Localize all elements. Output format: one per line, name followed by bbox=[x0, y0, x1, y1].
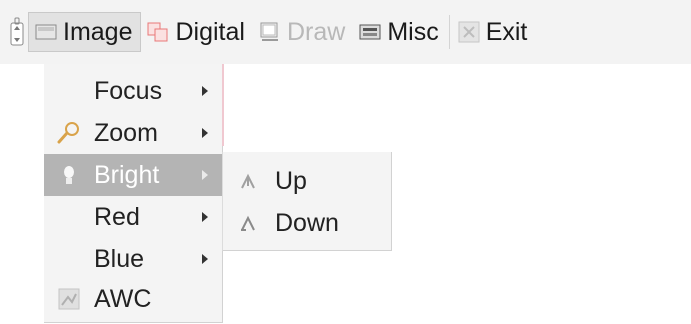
menu-item-focus[interactable]: Focus bbox=[44, 70, 222, 112]
submenu-arrow-icon bbox=[198, 169, 212, 181]
image-dropdown-menu: Focus Zoom Bright Red Blue AWC bbox=[44, 64, 224, 323]
submenu-arrow-icon bbox=[198, 211, 212, 223]
submenu-item-label: Up bbox=[275, 166, 307, 195]
menu-item-label: Blue bbox=[94, 244, 145, 273]
submenu-arrow-icon bbox=[198, 127, 212, 139]
menu-item-label: Red bbox=[94, 202, 140, 231]
draw-icon bbox=[260, 22, 278, 41]
misc-icon bbox=[359, 24, 381, 40]
submenu-item-label: Down bbox=[275, 208, 339, 237]
submenu-arrow-icon bbox=[198, 253, 212, 265]
up-icon bbox=[241, 173, 255, 189]
awc-icon bbox=[58, 288, 80, 310]
menu-exit-label: Exit bbox=[485, 17, 528, 46]
menu-item-awc[interactable]: AWC bbox=[44, 278, 222, 320]
down-icon bbox=[241, 215, 255, 231]
menu-item-red[interactable]: Red bbox=[44, 196, 222, 238]
menu-item-label: Bright bbox=[94, 160, 160, 189]
image-icon bbox=[35, 24, 57, 40]
menu-draw-label: Draw bbox=[286, 17, 346, 46]
menu-item-label: Zoom bbox=[94, 118, 158, 147]
menu-misc-label: Misc bbox=[387, 17, 439, 46]
menu-separator bbox=[448, 15, 450, 49]
exit-icon bbox=[458, 21, 480, 43]
menu-digital[interactable]: Digital bbox=[141, 12, 252, 52]
menu-bar: Image Digital Draw Misc Exit bbox=[0, 0, 691, 64]
drag-grip-icon[interactable] bbox=[6, 12, 28, 52]
submenu-item-down[interactable]: Down bbox=[223, 202, 391, 244]
menu-item-zoom[interactable]: Zoom bbox=[44, 112, 222, 154]
menu-draw[interactable]: Draw bbox=[253, 12, 353, 52]
submenu-arrow-icon bbox=[198, 85, 212, 97]
bulb-icon bbox=[64, 166, 74, 184]
menu-item-bright[interactable]: Bright bbox=[44, 154, 222, 196]
menu-image[interactable]: Image bbox=[28, 12, 142, 52]
magnifier-icon bbox=[57, 122, 79, 144]
menu-image-label: Image bbox=[63, 17, 133, 46]
menu-item-label: Focus bbox=[94, 76, 163, 105]
digital-icon bbox=[147, 22, 168, 42]
submenu-item-up[interactable]: Up bbox=[223, 160, 391, 202]
menu-item-blue[interactable]: Blue bbox=[44, 238, 222, 280]
menu-item-label: AWC bbox=[94, 284, 152, 313]
bright-submenu: Up Down bbox=[222, 152, 392, 251]
menu-misc[interactable]: Misc bbox=[353, 12, 446, 52]
menu-exit[interactable]: Exit bbox=[452, 12, 536, 52]
menu-digital-label: Digital bbox=[175, 17, 245, 46]
